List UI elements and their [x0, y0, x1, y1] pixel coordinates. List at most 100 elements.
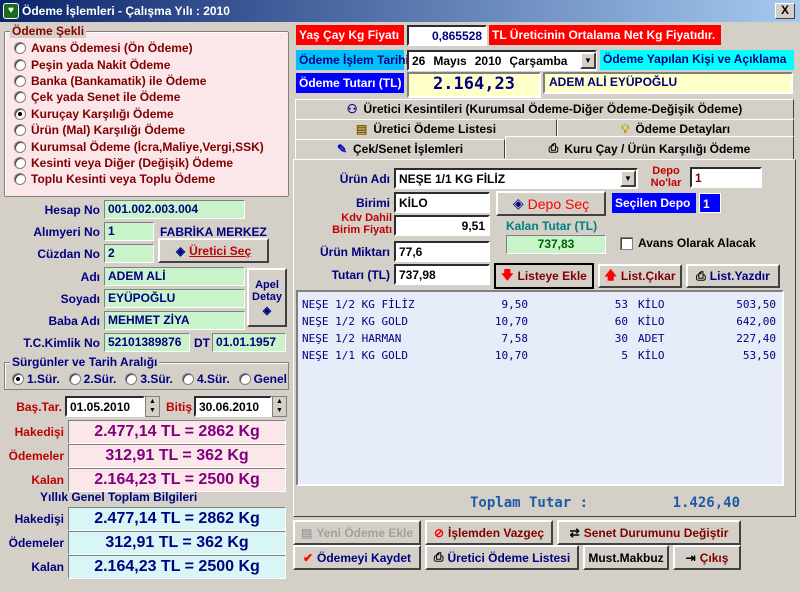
tarih-field[interactable]: 26 Mayıs 2010 Çarşamba [407, 50, 597, 71]
depo-sec-button[interactable]: ◈ Depo Seç [496, 191, 606, 216]
radio-button[interactable] [14, 173, 26, 186]
radio-button[interactable] [14, 156, 26, 169]
odeme-sekli-option[interactable]: Avans Ödemesi (Ön Ödeme) [14, 40, 286, 56]
dt-field[interactable]: 01.01.1957 [212, 333, 286, 352]
list-yazdir-button[interactable]: ⎙ List.Yazdır [686, 264, 780, 288]
list-item-unit: KİLO [638, 349, 665, 362]
surgun-option[interactable]: 2.Sür. [68, 372, 116, 386]
adi-field[interactable]: ADEM ALİ [104, 267, 245, 286]
tarih-year: 2010 [474, 54, 502, 68]
uretici-sec-button[interactable]: ◈ Üretici Seç [158, 238, 269, 263]
tutar-tl-field[interactable]: 737,98 [394, 264, 490, 285]
list-item-name: NEŞE 1/1 KG GOLD [302, 349, 408, 362]
close-button[interactable]: X [775, 3, 795, 19]
odeme-sekli-option[interactable]: Banka (Bankamatik) ile Ödeme [14, 73, 286, 89]
odeme-sekli-option[interactable]: Toplu Kesinti veya Toplu Ödeme [14, 171, 286, 187]
avans-checkbox[interactable] [620, 237, 633, 250]
odeme-sekli-option[interactable]: Çek yada Senet ile Ödeme [14, 89, 286, 105]
yas-cay-field[interactable]: 0,865528 [407, 25, 487, 46]
radio-button[interactable] [238, 373, 251, 385]
depo-no-field[interactable]: 1 [690, 167, 762, 188]
surgun-option[interactable]: Genel [238, 372, 287, 386]
cuzdan-field[interactable]: 2 [104, 244, 154, 263]
alim-yeri-field[interactable]: 1 [104, 222, 154, 241]
uretici-odeme-listesi-button[interactable]: ⎙ Üretici Ödeme Listesi [425, 545, 579, 570]
secilen-depo-value: 1 [699, 193, 721, 213]
radio-button[interactable] [125, 373, 138, 385]
birim-field[interactable]: KİLO [394, 192, 490, 213]
radio-button[interactable] [12, 373, 24, 385]
kisi-field[interactable]: ADEM ALİ EYÜPOĞLU [543, 72, 793, 94]
radio-button[interactable] [14, 58, 26, 71]
tarih-dropdown-button[interactable]: ▼ [580, 52, 596, 69]
radio-button[interactable] [14, 107, 26, 120]
yillik-kalan-value: 2.164,23 TL = 2500 Kg [68, 555, 286, 579]
tab-cek-senet[interactable]: ✎ Çek/Senet İşlemleri [295, 139, 505, 159]
bas-tar-spinner[interactable]: ▲ ▼ [145, 396, 160, 417]
tab-kuru-cay[interactable]: ⎙ Kuru Çay / Ürün Karşılığı Ödeme [505, 136, 794, 160]
radio-button[interactable] [14, 140, 26, 153]
tc-field[interactable]: 52101389876 [104, 333, 190, 352]
surgun-option[interactable]: 1.Sür. [12, 372, 60, 386]
bitis-spinner[interactable]: ▲ ▼ [272, 396, 287, 417]
items-list[interactable]: NEŞE 1/2 KG FİLİZ 9,50 53 KİLO 503,50 NEŞE 1/… [296, 290, 784, 486]
baba-field[interactable]: MEHMET ZİYA [104, 311, 245, 330]
users-icon: ⚇ [346, 102, 358, 116]
odeme-sekli-option[interactable]: Kuruçay Karşılığı Ödeme [14, 106, 286, 122]
dt-label: DT [194, 336, 210, 350]
bas-tar-field[interactable]: 01.05.2010 [65, 396, 145, 417]
listeye-ekle-button[interactable]: 🡇 Listeye Ekle [494, 263, 594, 289]
radio-button[interactable] [14, 124, 26, 137]
radio-button[interactable] [14, 91, 26, 104]
yas-cay-label: Yaş Çay Kg Fiyatı [296, 25, 404, 45]
senet-durumu-button[interactable]: ⇄ Senet Durumunu Değiştir [557, 520, 741, 545]
odeme-sekli-option-label: Ürün (Mal) Karşılığı Ödeme [31, 123, 186, 138]
radio-button[interactable] [14, 74, 26, 87]
cikis-button[interactable]: ⇥ Çıkış [673, 545, 741, 570]
surgun-option-label: 4.Sür. [196, 372, 230, 386]
list-item[interactable]: NEŞE 1/2 KG FİLİZ 9,50 53 KİLO 503,50 [298, 296, 782, 313]
kdv-field[interactable]: 9,51 [394, 215, 490, 236]
apel-detay-button[interactable]: Apel Detay ◈ [247, 268, 287, 327]
urun-dropdown-button[interactable]: ▼ [620, 170, 636, 187]
depo-no-label: Depo No'lar [650, 165, 682, 189]
tarih-day: 26 [412, 54, 426, 68]
odeme-sekli-option-label: Toplu Kesinti veya Toplu Ödeme [31, 172, 216, 187]
tutar-field[interactable]: 2.164,23 [407, 72, 541, 98]
radio-button[interactable] [14, 42, 26, 55]
yeni-odeme-button[interactable]: ▤ Yeni Ödeme Ekle [293, 520, 421, 545]
kalan-tutar-label: Kalan Tutar (TL) [506, 219, 598, 233]
odeme-sekli-option[interactable]: Peşin yada Nakit Ödeme [14, 56, 286, 72]
urun-select[interactable]: NEŞE 1/1 KG FİLİZ [394, 168, 638, 189]
list-item[interactable]: NEŞE 1/1 KG GOLD 10,70 5 KİLO 53,50 [298, 347, 782, 364]
surgun-legend: Sürgünler ve Tarih Aralığı [10, 355, 160, 369]
surgun-option-label: 1.Sür. [27, 372, 60, 386]
soyadi-field[interactable]: EYÜPOĞLU [104, 289, 245, 308]
list-item[interactable]: NEŞE 1/2 KG GOLD 10,70 60 KİLO 642,00 [298, 313, 782, 330]
must-makbuz-button[interactable]: Must.Makbuz [583, 545, 669, 570]
vazgec-button[interactable]: ⊘ İşlemden Vazgeç [425, 520, 553, 545]
printer-icon: ⎙ [696, 268, 706, 283]
bitis-field[interactable]: 30.06.2010 [194, 396, 272, 417]
radio-button[interactable] [181, 373, 194, 385]
hesap-no-field[interactable]: 001.002.003.004 [104, 200, 245, 219]
odemeyi-kaydet-button[interactable]: ✔ Ödemeyi Kaydet [293, 545, 421, 570]
miktar-field[interactable]: 77,6 [394, 241, 490, 262]
odeme-sekli-option[interactable]: Ürün (Mal) Karşılığı Ödeme [14, 122, 286, 138]
odeme-sekli-option-label: Çek yada Senet ile Ödeme [31, 90, 181, 105]
printer-icon: ⎙ [548, 141, 559, 155]
list-cikar-button[interactable]: 🡅 List.Çıkar [598, 264, 682, 288]
exchange-icon: ⇄ [569, 525, 580, 540]
odeme-sekli-option[interactable]: Kurumsal Ödeme (İcra,Maliye,Vergi,SSK) [14, 138, 286, 154]
list-item[interactable]: NEŞE 1/2 HARMAN 7,58 30 ADET 227,40 [298, 330, 782, 347]
surgun-option[interactable]: 3.Sür. [125, 372, 173, 386]
list-item-price: 10,70 [494, 315, 528, 328]
radio-button[interactable] [68, 373, 81, 385]
odeme-sekli-options: Avans Ödemesi (Ön Ödeme) Peşin yada Nakit… [14, 40, 286, 188]
tab-uretici-kesintileri[interactable]: ⚇ Üretici Kesintileri (Kurumsal Ödeme-Diğ… [295, 99, 794, 119]
surgun-option[interactable]: 4.Sür. [181, 372, 230, 386]
checkmark-icon: ✔ [302, 550, 313, 565]
odeme-sekli-option[interactable]: Kesinti veya Diğer (Değişik) Ödeme [14, 155, 286, 171]
list-item-price: 9,50 [501, 298, 529, 311]
list-item-name: NEŞE 1/2 KG FİLİZ [302, 298, 415, 311]
